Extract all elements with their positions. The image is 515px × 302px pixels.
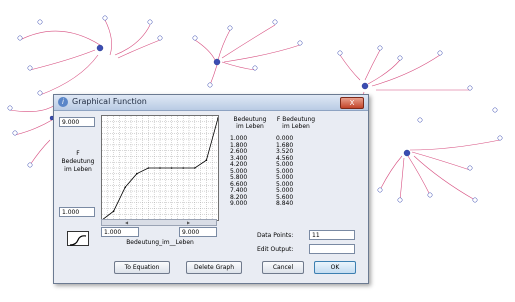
dialog-titlebar[interactable]: i Graphical Function X xyxy=(54,95,368,111)
scroll-left-icon[interactable]: ◀ xyxy=(124,220,129,225)
graph-type-icon[interactable] xyxy=(67,231,89,246)
ok-button[interactable]: OK xyxy=(314,261,356,274)
y-axis-label-line3: im Leben xyxy=(64,166,92,173)
x-max-field[interactable]: 9.000 xyxy=(179,227,217,237)
graph-svg xyxy=(101,116,219,221)
y-min-field[interactable]: 1.000 xyxy=(59,207,95,217)
data-point[interactable] xyxy=(205,159,208,161)
info-icon: i xyxy=(58,97,68,107)
y-axis-label-line1: F xyxy=(76,150,80,157)
edit-output-label: Edit Output: xyxy=(257,246,294,253)
graph-scrollbar[interactable]: ◀ ▶ xyxy=(101,219,217,226)
data-point[interactable] xyxy=(112,210,115,212)
data-points-field[interactable]: 11 xyxy=(309,230,355,240)
table-header-x: Bedeutung im Leben xyxy=(233,116,267,130)
edit-output-field[interactable] xyxy=(309,244,355,254)
graphical-function-dialog: i Graphical Function X 9.000 F Bedeutung… xyxy=(53,94,369,284)
delete-graph-button[interactable]: Delete Graph xyxy=(186,261,242,274)
data-point[interactable] xyxy=(124,186,126,189)
data-point[interactable] xyxy=(217,117,219,119)
y-max-field[interactable]: 9.000 xyxy=(59,117,95,127)
table-row[interactable]: 9.000 8.840 xyxy=(227,200,319,208)
y-axis-label: F Bedeutung im Leben xyxy=(58,150,98,174)
data-table: Bedeutung im Leben F Bedeutung im Leben … xyxy=(227,116,319,208)
data-point[interactable] xyxy=(194,167,196,169)
close-button[interactable]: X xyxy=(340,97,364,109)
table-cell-x[interactable]: 9.000 xyxy=(227,200,273,208)
table-header-y: F Bedeutung im Leben xyxy=(276,116,316,130)
scroll-right-icon[interactable]: ▶ xyxy=(186,220,191,225)
data-point[interactable] xyxy=(170,167,173,169)
close-icon: X xyxy=(349,99,355,107)
data-points-label: Data Points: xyxy=(257,232,294,239)
table-body: 1.000 0.000 1.800 1.680 2.600 3.520 3.400 4.560… xyxy=(227,135,319,208)
x-axis-label: Bedeutung_im__Leben xyxy=(126,239,194,246)
data-point[interactable] xyxy=(159,167,161,169)
y-axis-label-line2: Bedeutung xyxy=(61,158,95,165)
cancel-button[interactable]: Cancel xyxy=(262,261,304,274)
table-cell-y[interactable]: 8.840 xyxy=(273,200,319,208)
data-point[interactable] xyxy=(182,167,184,169)
curve-icon xyxy=(69,235,87,246)
graph-plot-area[interactable] xyxy=(101,115,219,221)
data-point[interactable] xyxy=(147,167,150,169)
x-min-field[interactable]: 1.000 xyxy=(101,227,139,237)
to-equation-button[interactable]: To Equation xyxy=(114,261,170,274)
data-point[interactable] xyxy=(136,172,138,175)
dialog-title: Graphical Function xyxy=(72,97,147,106)
